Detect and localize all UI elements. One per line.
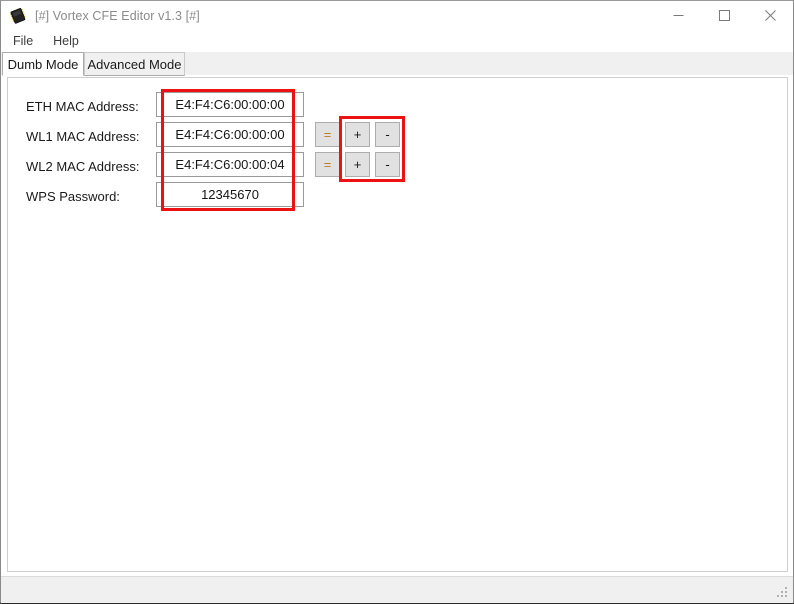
- resize-grip-icon[interactable]: [776, 587, 789, 600]
- tab-advanced-mode[interactable]: Advanced Mode: [84, 52, 185, 76]
- maximize-button[interactable]: [701, 1, 747, 30]
- ic-chip-icon: [8, 6, 28, 26]
- minimize-button[interactable]: [655, 1, 701, 30]
- label-wl1-mac: WL1 MAC Address:: [26, 129, 140, 144]
- label-wl2-mac: WL2 MAC Address:: [26, 159, 140, 174]
- title-bar: [#] Vortex CFE Editor v1.3 [#]: [1, 1, 793, 30]
- menu-item-help[interactable]: Help: [49, 32, 87, 50]
- menu-item-file[interactable]: File: [9, 32, 41, 50]
- wl2-copy-equals-button[interactable]: =: [315, 152, 340, 177]
- wl1-mac-input[interactable]: [156, 122, 304, 147]
- close-button[interactable]: [747, 1, 793, 30]
- form-panel: ETH MAC Address: WL1 MAC Address: WL2 MA…: [7, 77, 788, 572]
- tab-dumb-mode-label: Dumb Mode: [7, 56, 79, 72]
- wl2-increment-button[interactable]: +: [345, 152, 370, 177]
- wl2-decrement-button[interactable]: -: [375, 152, 400, 177]
- window-title: [#] Vortex CFE Editor v1.3 [#]: [35, 8, 200, 23]
- tab-strip: Dumb Mode Advanced Mode: [1, 52, 793, 76]
- label-wps-password: WPS Password:: [26, 189, 120, 204]
- status-bar: [1, 576, 793, 603]
- tab-content-dumb-mode: ETH MAC Address: WL1 MAC Address: WL2 MA…: [1, 75, 793, 576]
- wl1-decrement-button[interactable]: -: [375, 122, 400, 147]
- wl2-mac-input[interactable]: [156, 152, 304, 177]
- wps-password-input[interactable]: [156, 182, 304, 207]
- wl1-increment-button[interactable]: +: [345, 122, 370, 147]
- menu-bar: File Help: [1, 30, 793, 52]
- tab-dumb-mode[interactable]: Dumb Mode: [2, 52, 84, 76]
- wl1-copy-equals-button[interactable]: =: [315, 122, 340, 147]
- window-controls: [655, 1, 793, 30]
- tab-advanced-mode-label: Advanced Mode: [87, 56, 182, 72]
- label-eth-mac: ETH MAC Address:: [26, 99, 139, 114]
- application-window: [#] Vortex CFE Editor v1.3 [#] File Help…: [0, 0, 794, 604]
- eth-mac-input[interactable]: [156, 92, 304, 117]
